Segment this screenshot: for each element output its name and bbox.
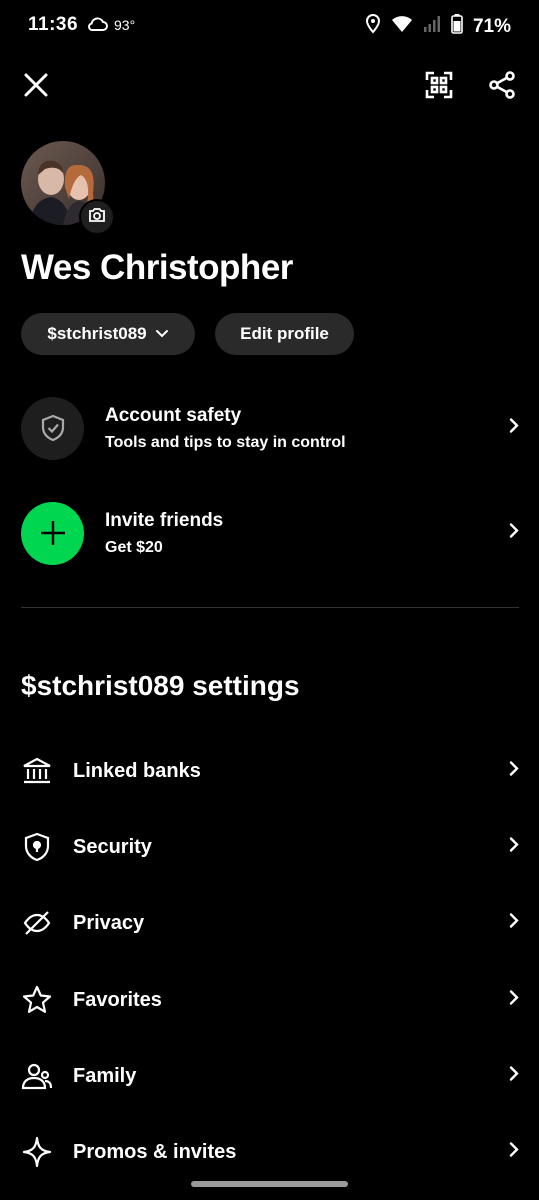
divider — [21, 607, 519, 608]
chevron-right-icon — [509, 913, 519, 934]
close-button[interactable] — [14, 65, 58, 109]
settings-item-privacy[interactable]: Privacy — [21, 898, 519, 948]
change-photo-button[interactable] — [79, 199, 115, 235]
share-button[interactable] — [480, 65, 524, 109]
shield-check-icon — [21, 396, 84, 460]
family-icon — [21, 1060, 53, 1092]
settings-item-label: Linked banks — [73, 759, 201, 782]
chevron-right-icon — [509, 418, 519, 439]
invite-friends-title: Invite friends — [105, 509, 224, 531]
settings-item-linked-banks[interactable]: Linked banks — [21, 746, 519, 796]
profile-name: Wes Christopher — [21, 248, 293, 287]
chevron-right-icon — [509, 837, 519, 858]
settings-title: $stchrist089 settings — [21, 670, 300, 701]
eye-slash-icon — [21, 907, 53, 939]
chevron-right-icon — [509, 990, 519, 1011]
status-temperature: 93° — [114, 17, 136, 33]
qr-code-button[interactable] — [417, 65, 461, 109]
star-icon — [21, 984, 53, 1016]
cloud-icon — [86, 16, 108, 37]
chevron-right-icon — [509, 523, 519, 544]
chevron-right-icon — [509, 1066, 519, 1087]
chevron-right-icon — [509, 761, 519, 782]
cashtag-dropdown[interactable]: $stchrist089 — [21, 313, 195, 355]
status-bar: 11:36 93° 71% — [0, 0, 539, 52]
wifi-icon — [391, 15, 413, 38]
settings-item-label: Promos & invites — [73, 1140, 237, 1163]
home-indicator[interactable] — [191, 1181, 348, 1187]
account-safety-subtitle: Tools and tips to stay in control — [105, 433, 346, 451]
account-safety-title: Account safety — [105, 404, 242, 426]
shield-lock-icon — [21, 831, 53, 863]
account-safety-row[interactable]: Account safety Tools and tips to stay in… — [21, 396, 519, 460]
invite-friends-row[interactable]: Invite friends Get $20 — [21, 501, 519, 565]
settings-item-label: Security — [73, 835, 152, 858]
cashtag-label: $stchrist089 — [47, 324, 147, 343]
signal-icon — [423, 15, 441, 38]
battery-icon — [451, 14, 463, 39]
settings-item-label: Favorites — [73, 988, 162, 1011]
share-icon — [488, 70, 516, 104]
settings-item-promos-invites[interactable]: Promos & invites — [21, 1127, 519, 1177]
settings-item-label: Privacy — [73, 911, 145, 934]
plus-icon — [21, 501, 84, 565]
settings-item-label: Family — [73, 1064, 137, 1087]
edit-profile-button[interactable]: Edit profile — [215, 313, 354, 355]
close-icon — [23, 72, 49, 103]
profile-avatar[interactable] — [21, 141, 115, 235]
camera-icon — [88, 207, 106, 228]
bank-icon — [21, 755, 53, 787]
settings-item-security[interactable]: Security — [21, 822, 519, 872]
settings-item-family[interactable]: Family — [21, 1051, 519, 1101]
invite-friends-subtitle: Get $20 — [105, 538, 163, 556]
location-icon — [365, 13, 381, 39]
sparkle-icon — [21, 1136, 53, 1168]
chevron-down-icon — [155, 324, 169, 344]
battery-percent: 71% — [472, 15, 511, 37]
chevron-right-icon — [509, 1142, 519, 1163]
settings-item-favorites[interactable]: Favorites — [21, 975, 519, 1025]
status-time: 11:36 — [28, 14, 79, 35]
qr-scan-icon — [425, 71, 453, 104]
